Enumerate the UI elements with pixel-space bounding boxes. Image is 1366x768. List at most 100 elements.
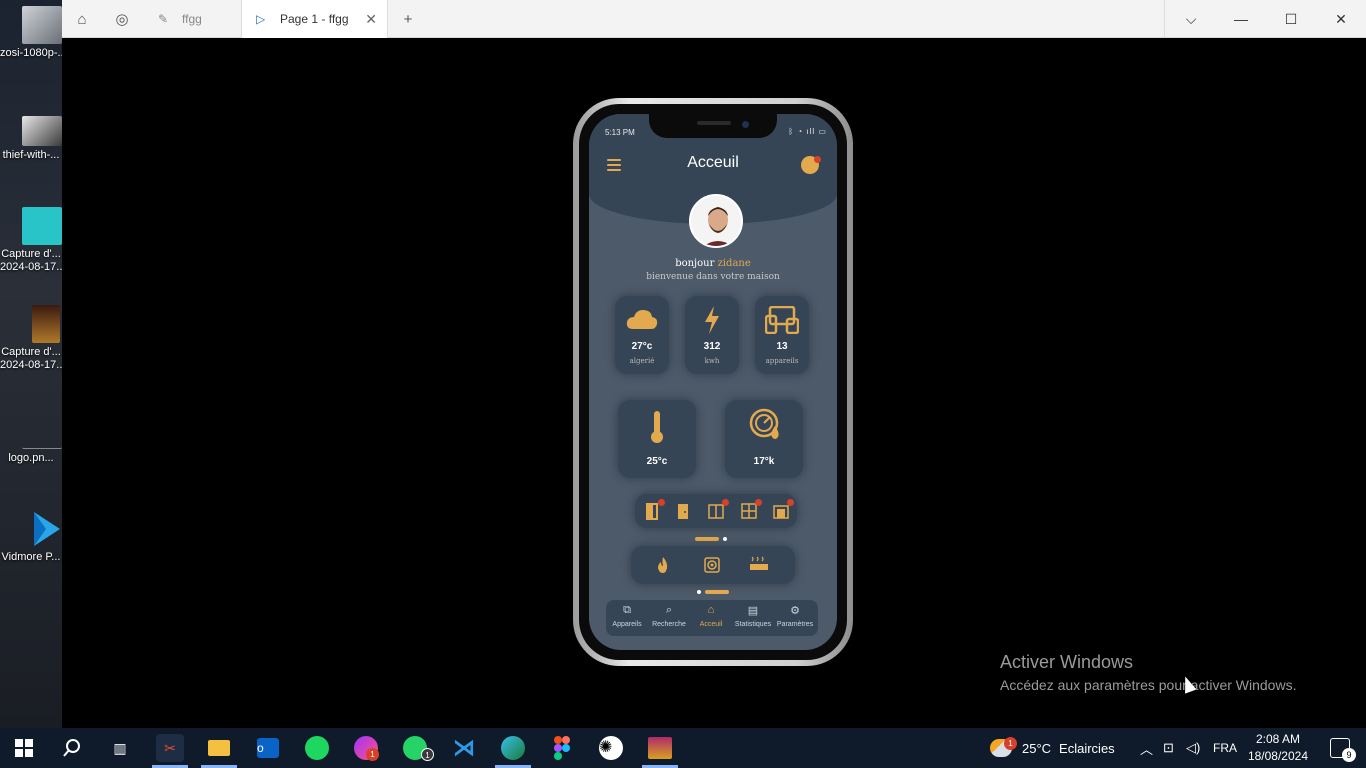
weather-temperature: 25°C — [1022, 740, 1052, 756]
notification-bell-icon[interactable] — [801, 156, 821, 174]
phone-screen: 5:13 PM ᛒ ◔ ıll ▭ Acceuil bonjour zidane… — [589, 114, 837, 650]
desktop-icon-image[interactable]: thief-with-... — [0, 116, 62, 162]
nav-parametres[interactable]: ⚙ Paramètres — [774, 604, 816, 628]
browser-globe-button[interactable]: ◎ — [102, 0, 142, 38]
vscode-icon: ⋊ — [453, 735, 475, 760]
nav-recherche[interactable]: ⌕ Recherche — [648, 604, 690, 628]
desktop-icon-label: Capture d'... — [1, 248, 61, 260]
window-icon[interactable] — [707, 499, 729, 520]
nav-acceuil[interactable]: ⌂ Acceuil — [690, 604, 732, 628]
new-tab-button[interactable]: + — [388, 0, 428, 38]
tab-page-1[interactable]: ▷ Page 1 - ffgg ✕ — [242, 0, 388, 38]
nav-appareils[interactable]: ⧉ Appareils — [606, 604, 648, 628]
nav-label: Recherche — [652, 621, 686, 628]
figma-icon — [554, 736, 570, 760]
home-button[interactable]: ⌂ — [62, 0, 102, 38]
taskbar-app-chatgpt[interactable]: ✺ — [597, 734, 625, 762]
close-icon: ✕ — [1335, 10, 1347, 27]
portrait-thumbnail-icon — [22, 207, 62, 245]
pager-dots-1 — [695, 537, 735, 541]
appliances-pill — [631, 546, 795, 584]
poster-thumbnail-icon — [32, 305, 60, 343]
language-indicator[interactable]: FRA — [1213, 728, 1237, 768]
desktop-icon-video[interactable]: zosi-1080p-... — [0, 6, 62, 60]
desktop-icon-label: Capture d'... — [1, 346, 61, 358]
show-hidden-icons[interactable]: ︿ — [1140, 728, 1153, 768]
door-icon[interactable] — [674, 502, 692, 520]
outlook-icon: o — [257, 738, 279, 758]
image-thumbnail-icon — [22, 116, 62, 146]
network-button[interactable]: ⊡ — [1163, 728, 1174, 768]
devices-card[interactable]: 13 appareils — [755, 296, 809, 374]
desktop-icon-vidmore[interactable]: Vidmore P... — [0, 510, 62, 564]
close-window-button[interactable]: ✕ — [1316, 0, 1366, 38]
figma-tab-icon: ✎ — [158, 12, 169, 26]
desktop-icon-logo[interactable]: logo.pn... — [0, 433, 62, 465]
status-icons: ᛒ ◔ ıll ▭ — [788, 127, 827, 136]
weather-value: 27°c — [631, 341, 653, 352]
play-tab-icon: ▷ — [256, 12, 266, 26]
tab-ffgg[interactable]: ✎ ffgg — [144, 0, 242, 38]
openings-pill — [635, 494, 797, 528]
tab-list-dropdown[interactable]: ⌵ — [1166, 0, 1216, 38]
nav-statistiques[interactable]: ▤ Statistiques — [732, 604, 774, 628]
activate-windows-title: Activer Windows — [1000, 652, 1134, 672]
clock-time: 2:08 AM — [1255, 732, 1300, 746]
maximize-button[interactable]: ☐ — [1266, 0, 1316, 38]
weather-card[interactable]: 27°c algerié — [615, 296, 669, 374]
minimize-button[interactable]: — — [1216, 0, 1266, 38]
desktop-icon-capture-2[interactable]: Capture d'... 2024-08-17... — [0, 305, 62, 372]
search-button[interactable] — [58, 734, 86, 762]
energy-card[interactable]: 312 kwh — [685, 296, 739, 374]
pager-dot-active[interactable] — [695, 537, 719, 541]
heater-icon[interactable] — [749, 556, 769, 574]
taskbar-app-outlook[interactable]: o — [254, 734, 282, 762]
phone-notch — [649, 114, 777, 138]
volume-button[interactable]: ◁) — [1186, 728, 1200, 768]
snipping-tool-icon: ✂ — [164, 739, 176, 756]
desktop-icon-label: logo.pn... — [8, 452, 54, 464]
windows-logo-icon — [15, 739, 33, 757]
gear-nav-icon: ⚙ — [790, 605, 800, 617]
devices-nav-icon: ⧉ — [623, 604, 631, 616]
task-view-button[interactable]: ▥ — [106, 734, 134, 762]
language-label: FRA — [1213, 741, 1237, 755]
pager-dot[interactable] — [697, 590, 701, 594]
water-value: 17°k — [753, 456, 775, 467]
start-button[interactable] — [10, 734, 38, 762]
door-open-icon[interactable] — [643, 499, 665, 520]
taskbar-app-explorer[interactable] — [205, 734, 233, 762]
taskbar-app-spotify[interactable] — [303, 734, 331, 762]
nav-label: Acceuil — [699, 621, 723, 628]
desktop-icon-label: zosi-1080p-... — [0, 47, 62, 59]
maximize-icon: ☐ — [1284, 10, 1298, 27]
desktop-icon-label: Vidmore P... — [1, 551, 61, 563]
stats-nav-icon: ▤ — [747, 605, 759, 617]
flame-icon[interactable] — [654, 556, 672, 574]
task-view-icon: ▥ — [113, 739, 127, 756]
pager-dot[interactable] — [723, 537, 727, 541]
search-nav-icon: ⌕ — [665, 604, 673, 616]
whatsapp-badge: 1 — [421, 748, 434, 761]
taskbar-app-snipping[interactable]: ✂ — [156, 734, 184, 762]
activate-windows-subtitle: Accédez aux paramètres pour activer Wind… — [1000, 677, 1297, 693]
water-card[interactable]: 17°k — [725, 400, 803, 478]
camera-icon — [742, 121, 749, 128]
speaker-icon[interactable] — [703, 556, 721, 574]
taskbar-app-winrar[interactable] — [646, 734, 674, 762]
taskbar-app-edge[interactable] — [499, 734, 527, 762]
avatar[interactable] — [689, 194, 743, 248]
pager-dot-active[interactable] — [705, 590, 729, 594]
chevron-up-icon: ︿ — [1140, 741, 1154, 757]
desktop-icon-capture-1[interactable]: Capture d'... 2024-08-17... — [0, 207, 62, 274]
nav-label: Statistiques — [734, 621, 772, 628]
garage-icon[interactable] — [772, 499, 794, 520]
grid-window-icon[interactable] — [740, 499, 762, 520]
network-icon: ⊡ — [1163, 740, 1174, 755]
clock[interactable]: 2:08 AM 18/08/2024 — [1248, 731, 1308, 765]
close-tab-icon[interactable]: ✕ — [365, 11, 377, 28]
taskbar-app-vscode[interactable]: ⋊ — [450, 734, 478, 762]
temperature-card[interactable]: 25°c — [618, 400, 696, 478]
taskbar-app-figma[interactable] — [548, 734, 576, 762]
phone-frame: 5:13 PM ᛒ ◔ ıll ▭ Acceuil bonjour zidane… — [573, 98, 853, 666]
